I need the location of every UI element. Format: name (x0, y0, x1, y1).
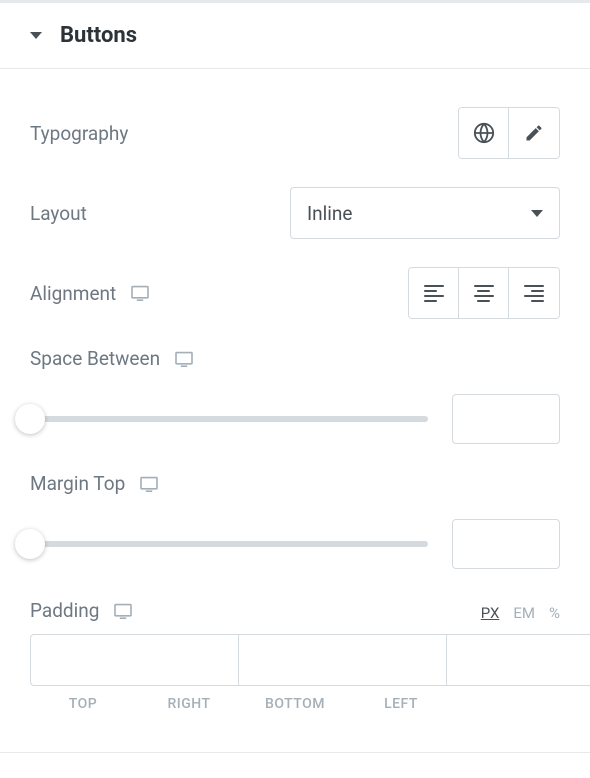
typography-row: Typography (30, 107, 560, 159)
slider-thumb[interactable] (15, 529, 45, 559)
padding-label-top: TOP (30, 696, 136, 712)
space-between-input[interactable] (452, 394, 560, 444)
section-title: Buttons (60, 23, 137, 48)
padding-label-group: Padding (30, 599, 133, 622)
margin-top-slider[interactable] (30, 541, 428, 547)
padding-label-right: RIGHT (136, 696, 242, 712)
padding-right-input[interactable] (238, 634, 446, 686)
layout-row: Layout Inline (30, 187, 560, 239)
alignment-button-group (408, 267, 560, 319)
typography-button-group (458, 107, 560, 159)
alignment-row: Alignment (30, 267, 560, 319)
typography-label: Typography (30, 122, 128, 145)
unit-percent[interactable]: % (549, 604, 560, 622)
layout-select-value: Inline (307, 202, 352, 225)
layout-select[interactable]: Inline (290, 187, 560, 239)
align-center-button[interactable] (459, 268, 509, 318)
section-header-buttons[interactable]: Buttons (0, 0, 590, 69)
globe-icon (473, 122, 495, 144)
layout-label: Layout (30, 202, 87, 225)
margin-top-label-group: Margin Top (30, 472, 159, 495)
padding-label-left: LEFT (348, 696, 454, 712)
padding-dimension-row (30, 634, 560, 686)
space-between-slider-row (30, 394, 560, 444)
device-icon[interactable] (130, 285, 150, 301)
alignment-label: Alignment (30, 282, 116, 305)
margin-top-label: Margin Top (30, 472, 125, 495)
space-between-slider[interactable] (30, 416, 428, 422)
device-icon[interactable] (174, 351, 194, 367)
alignment-label-group: Alignment (30, 282, 150, 305)
padding-top-input[interactable] (30, 634, 238, 686)
caret-down-icon (30, 32, 42, 39)
unit-em[interactable]: EM (513, 604, 535, 622)
margin-top-input[interactable] (452, 519, 560, 569)
typography-global-button[interactable] (459, 108, 509, 158)
padding-label-bottom: BOTTOM (242, 696, 348, 712)
spacer (454, 696, 560, 712)
unit-px[interactable]: PX (481, 604, 500, 622)
padding-bottom-input[interactable] (446, 634, 590, 686)
space-between-label: Space Between (30, 347, 160, 370)
controls-panel: Typography Layout Inline Align (0, 69, 590, 753)
pencil-icon (524, 123, 544, 143)
space-between-label-group: Space Between (30, 347, 194, 370)
chevron-down-icon (531, 210, 543, 217)
padding-label: Padding (30, 599, 99, 622)
padding-units: PX EM % (481, 604, 560, 622)
padding-dimension-labels: TOP RIGHT BOTTOM LEFT (30, 696, 560, 712)
margin-top-row: Margin Top (30, 472, 560, 495)
device-icon[interactable] (139, 476, 159, 492)
typography-edit-button[interactable] (509, 108, 559, 158)
slider-thumb[interactable] (15, 404, 45, 434)
align-left-icon (424, 285, 444, 302)
align-center-icon (474, 285, 494, 302)
padding-row: Padding PX EM % (30, 599, 560, 622)
align-right-icon (524, 285, 544, 302)
margin-top-slider-row (30, 519, 560, 569)
align-right-button[interactable] (509, 268, 559, 318)
device-icon[interactable] (113, 603, 133, 619)
align-left-button[interactable] (409, 268, 459, 318)
space-between-row: Space Between (30, 347, 560, 370)
